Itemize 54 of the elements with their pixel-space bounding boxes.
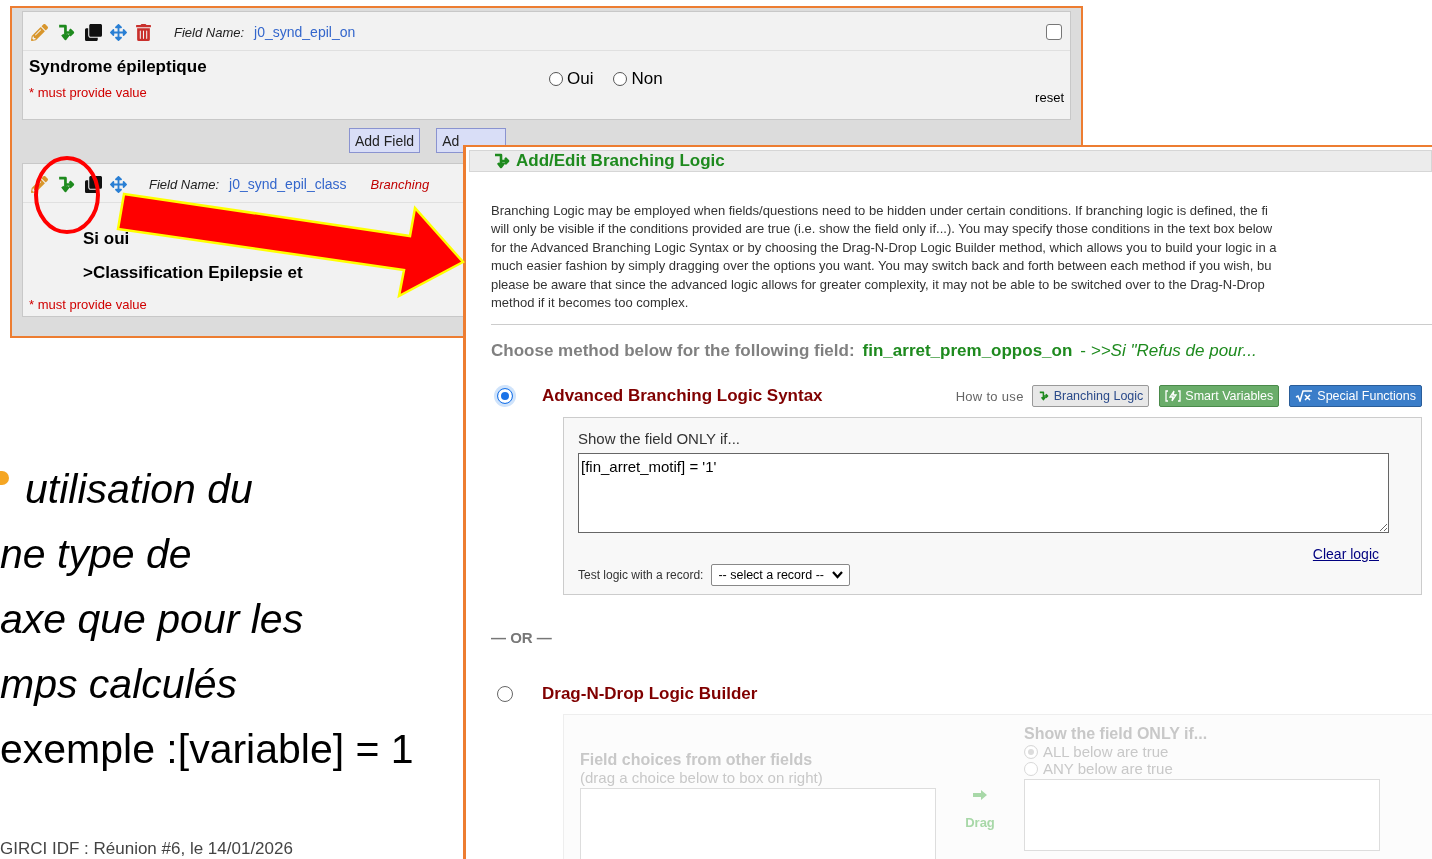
bullet-icon bbox=[0, 471, 9, 485]
copy-icon[interactable] bbox=[85, 23, 102, 41]
method-radio[interactable] bbox=[497, 686, 513, 703]
method-title: Drag-N-Drop Logic Builder bbox=[542, 684, 758, 705]
chevron-down-icon[interactable] bbox=[832, 571, 843, 580]
dialog-title: Add/Edit Branching Logic bbox=[516, 151, 725, 171]
slide-text: axe que pour les bbox=[0, 598, 304, 641]
clear-logic-link[interactable]: Clear logic bbox=[1312, 546, 1379, 563]
slide-text: ne type de bbox=[0, 533, 192, 576]
right-arrow-icon bbox=[972, 789, 988, 802]
how-to-use-label: How to use bbox=[955, 388, 1024, 404]
logic-input[interactable]: [fin_arret_motif] = '1' bbox=[578, 453, 1389, 534]
lightning-icon bbox=[1165, 390, 1182, 403]
reset-link[interactable]: reset bbox=[1035, 90, 1064, 105]
slide-text: exemple :[variable] = 1 bbox=[0, 728, 414, 771]
test-logic-label: Test logic with a record: bbox=[578, 568, 704, 583]
field-label: >Classification Epilepsie et bbox=[82, 263, 303, 283]
required-note: * must provide value bbox=[29, 297, 147, 312]
record-select[interactable]: -- select a record -- bbox=[711, 564, 850, 587]
editor-button[interactable]: Add Field bbox=[349, 128, 421, 153]
target-field-name: fin_arret_prem_oppos_on bbox=[862, 341, 1073, 362]
field-checkbox[interactable] bbox=[1046, 24, 1062, 40]
radio-option[interactable]: Non bbox=[613, 69, 663, 89]
move-icon[interactable] bbox=[110, 23, 127, 41]
or-separator: — OR — bbox=[491, 629, 553, 647]
copy-icon[interactable] bbox=[85, 175, 102, 193]
field-label: Syndrome épileptique bbox=[29, 57, 207, 77]
field-name: j0_synd_epil_on bbox=[254, 24, 356, 40]
method-title: Advanced Branching Logic Syntax bbox=[542, 386, 823, 407]
branch-icon bbox=[492, 151, 512, 171]
description-text: Branching Logic may be employed when fields/questions need to be hidden under certain conditions. If branching logic is defined, the fi will only be visible if the conditions provided are true (i.e. show the field only if...). You may specify those conditions in the text box below for the Advanced Branching Logic Syntax or by choosing the Drag-N-Drop Logic Builder method, which allows you to build your logic in a much easier fashion by simply dragging over the options you want. You may switch back and forth between each method if you wish, bu please be aware that since the advanced logic allows for greater complexity, it may not be able to be switched over to the Drag-N-Drop method if it becomes too complex. bbox=[491, 202, 1278, 313]
move-icon[interactable] bbox=[110, 175, 127, 193]
method-radio[interactable] bbox=[497, 388, 513, 405]
pencil-icon[interactable] bbox=[31, 23, 48, 41]
target-field-description: - >>Si "Refus de pour... bbox=[1080, 341, 1257, 362]
field-name-label: Field Name: bbox=[174, 24, 245, 40]
square-root-icon bbox=[1295, 390, 1314, 403]
pencil-icon[interactable] bbox=[31, 175, 48, 193]
branching-tag: Branching bbox=[370, 176, 430, 192]
field-name-label: Field Name: bbox=[149, 176, 220, 192]
field-name: j0_synd_epil_class bbox=[229, 176, 347, 192]
slide-text: utilisation du bbox=[25, 468, 253, 511]
field-label: Si oui bbox=[82, 229, 130, 249]
help-button[interactable]: Branching Logic bbox=[1031, 385, 1150, 408]
show-if-label: Show the field ONLY if... bbox=[578, 430, 742, 448]
branch-icon bbox=[1037, 390, 1050, 403]
drag-label: Drag bbox=[965, 815, 995, 831]
trash-icon[interactable] bbox=[135, 23, 152, 41]
required-note: * must provide value bbox=[29, 85, 147, 100]
slide-text: mps calculés bbox=[0, 663, 237, 706]
method-prompt: Choose method below for the following field: bbox=[491, 341, 855, 362]
slide-footer: GIRCI IDF : Réunion #6, le 14/01/2026 bbox=[0, 839, 293, 859]
radio-option[interactable]: Oui bbox=[549, 69, 594, 89]
help-button[interactable]: Special Functions bbox=[1289, 385, 1422, 408]
